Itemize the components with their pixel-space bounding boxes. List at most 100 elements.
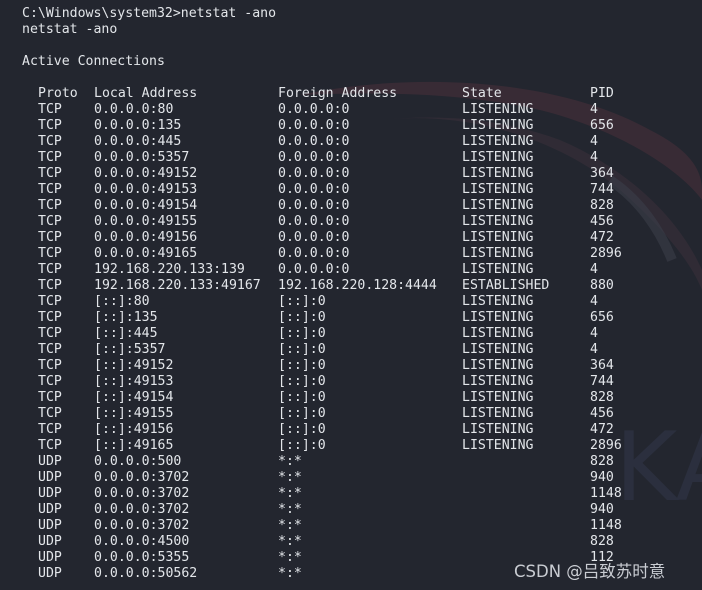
row-proto: TCP bbox=[38, 342, 62, 357]
connection-row: TCP 0.0.0.0:49154 0.0.0.0:0 LISTENING 828 bbox=[22, 198, 614, 214]
row-local-address: 0.0.0.0:3702 bbox=[94, 518, 190, 533]
row-foreign-address: 0.0.0.0:0 bbox=[278, 198, 350, 213]
row-local-address: 0.0.0.0:135 bbox=[94, 118, 182, 133]
row-foreign-address: [::]:0 bbox=[278, 342, 326, 357]
row-local-address: 0.0.0.0:49154 bbox=[94, 198, 198, 213]
terminal-window[interactable]: KA C:\Windows\system32>netstat -ano nets… bbox=[0, 0, 702, 590]
row-proto: UDP bbox=[38, 454, 62, 469]
connection-row: TCP 192.168.220.133:49167 192.168.220.128:… bbox=[22, 278, 614, 294]
row-state: LISTENING bbox=[462, 166, 534, 181]
row-proto: TCP bbox=[38, 118, 62, 133]
row-pid: 828 bbox=[590, 534, 614, 549]
connection-row: TCP 0.0.0.0:135 0.0.0.0:0 LISTENING 656 bbox=[22, 118, 614, 134]
connection-row: TCP [::]:5357 [::]:0 LISTENING 4 bbox=[22, 342, 598, 358]
row-state: LISTENING bbox=[462, 214, 534, 229]
row-local-address: [::]:5357 bbox=[94, 342, 166, 357]
row-state: LISTENING bbox=[462, 358, 534, 373]
row-proto: TCP bbox=[38, 294, 62, 309]
connection-row: UDP 0.0.0.0:3702 *:* 940 bbox=[22, 502, 614, 518]
row-proto: TCP bbox=[38, 326, 62, 341]
row-local-address: 0.0.0.0:5357 bbox=[94, 150, 190, 165]
section-title: Active Connections bbox=[22, 54, 165, 69]
row-proto: UDP bbox=[38, 470, 62, 485]
row-foreign-address: [::]:0 bbox=[278, 406, 326, 421]
connection-row: TCP [::]:49155 [::]:0 LISTENING 456 bbox=[22, 406, 614, 422]
row-proto: TCP bbox=[38, 358, 62, 373]
row-local-address: 0.0.0.0:49153 bbox=[94, 182, 198, 197]
row-proto: TCP bbox=[38, 198, 62, 213]
connection-row: TCP [::]:80 [::]:0 LISTENING 4 bbox=[22, 294, 598, 310]
row-local-address: 0.0.0.0:3702 bbox=[94, 470, 190, 485]
terminal-output: C:\Windows\system32>netstat -ano netstat… bbox=[22, 6, 622, 582]
command-prompt-line: C:\Windows\system32>netstat -ano bbox=[22, 6, 277, 21]
connection-row: TCP [::]:445 [::]:0 LISTENING 4 bbox=[22, 326, 598, 342]
row-pid: 744 bbox=[590, 182, 614, 197]
row-local-address: [::]:49155 bbox=[94, 406, 174, 421]
row-local-address: 0.0.0.0:49152 bbox=[94, 166, 198, 181]
row-state: LISTENING bbox=[462, 422, 534, 437]
row-state: LISTENING bbox=[462, 406, 534, 421]
row-pid: 4 bbox=[590, 262, 598, 277]
row-proto: UDP bbox=[38, 502, 62, 517]
row-foreign-address: *:* bbox=[278, 534, 302, 549]
row-local-address: 0.0.0.0:49165 bbox=[94, 246, 198, 261]
connection-row: TCP 192.168.220.133:139 0.0.0.0:0 LISTENING… bbox=[22, 262, 598, 278]
header-pid: PID bbox=[590, 86, 614, 101]
csdn-watermark: CSDN @吕致苏时意 bbox=[514, 562, 666, 581]
row-pid: 4 bbox=[590, 342, 598, 357]
row-proto: TCP bbox=[38, 422, 62, 437]
connection-row: UDP 0.0.0.0:3702 *:* 940 bbox=[22, 470, 614, 486]
row-pid: 940 bbox=[590, 470, 614, 485]
row-foreign-address: 0.0.0.0:0 bbox=[278, 150, 350, 165]
row-foreign-address: 0.0.0.0:0 bbox=[278, 102, 350, 117]
table-header: Proto Local Address Foreign Address Stat… bbox=[22, 86, 614, 102]
row-proto: TCP bbox=[38, 374, 62, 389]
row-proto: TCP bbox=[38, 230, 62, 245]
row-pid: 656 bbox=[590, 118, 614, 133]
row-proto: UDP bbox=[38, 566, 62, 581]
connection-row: TCP [::]:49154 [::]:0 LISTENING 828 bbox=[22, 390, 614, 406]
row-state: LISTENING bbox=[462, 102, 534, 117]
connection-row: TCP 0.0.0.0:49165 0.0.0.0:0 LISTENING 2896 bbox=[22, 246, 622, 262]
row-pid: 1148 bbox=[590, 518, 622, 533]
row-foreign-address: 0.0.0.0:0 bbox=[278, 214, 350, 229]
row-state: ESTABLISHED bbox=[462, 278, 550, 293]
row-proto: TCP bbox=[38, 182, 62, 197]
row-pid: 472 bbox=[590, 422, 614, 437]
row-local-address: [::]:80 bbox=[94, 294, 150, 309]
connections-table: TCP 0.0.0.0:80 0.0.0.0:0 LISTENING 4 TCP 0.0.0… bbox=[22, 102, 622, 582]
row-proto: TCP bbox=[38, 246, 62, 261]
row-proto: UDP bbox=[38, 518, 62, 533]
connection-row: UDP 0.0.0.0:50562 *:* bbox=[22, 566, 302, 582]
row-foreign-address: [::]:0 bbox=[278, 358, 326, 373]
row-state: LISTENING bbox=[462, 150, 534, 165]
row-state: LISTENING bbox=[462, 182, 534, 197]
row-foreign-address: [::]:0 bbox=[278, 422, 326, 437]
row-pid: 4 bbox=[590, 326, 598, 341]
row-proto: UDP bbox=[38, 486, 62, 501]
connection-row: UDP 0.0.0.0:4500 *:* 828 bbox=[22, 534, 614, 550]
row-pid: 880 bbox=[590, 278, 614, 293]
row-foreign-address: *:* bbox=[278, 518, 302, 533]
row-pid: 1148 bbox=[590, 486, 622, 501]
header-proto: Proto bbox=[38, 86, 78, 101]
row-foreign-address: [::]:0 bbox=[278, 326, 326, 341]
row-foreign-address: 192.168.220.128:4444 bbox=[278, 278, 437, 293]
row-foreign-address: 0.0.0.0:0 bbox=[278, 166, 350, 181]
connection-row: TCP 0.0.0.0:5357 0.0.0.0:0 LISTENING 4 bbox=[22, 150, 598, 166]
row-pid: 744 bbox=[590, 374, 614, 389]
row-proto: TCP bbox=[38, 438, 62, 453]
row-local-address: 0.0.0.0:5355 bbox=[94, 550, 190, 565]
row-pid: 828 bbox=[590, 390, 614, 405]
connection-row: UDP 0.0.0.0:3702 *:* 1148 bbox=[22, 486, 622, 502]
row-proto: TCP bbox=[38, 134, 62, 149]
row-proto: TCP bbox=[38, 166, 62, 181]
connection-row: TCP 0.0.0.0:49153 0.0.0.0:0 LISTENING 744 bbox=[22, 182, 614, 198]
row-state: LISTENING bbox=[462, 198, 534, 213]
row-foreign-address: 0.0.0.0:0 bbox=[278, 262, 350, 277]
row-local-address: 0.0.0.0:3702 bbox=[94, 486, 190, 501]
row-local-address: [::]:49153 bbox=[94, 374, 174, 389]
row-proto: TCP bbox=[38, 310, 62, 325]
row-pid: 364 bbox=[590, 358, 614, 373]
row-local-address: 0.0.0.0:80 bbox=[94, 102, 174, 117]
